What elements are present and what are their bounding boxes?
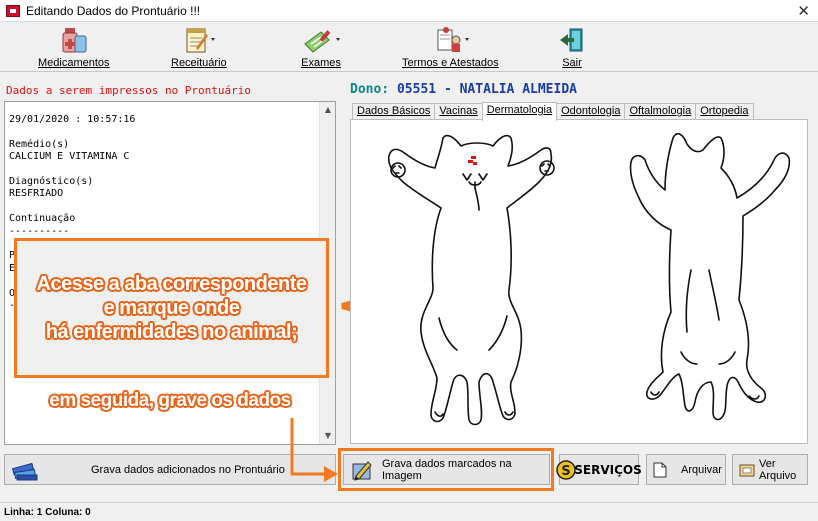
- tab-label: Ortopedia: [700, 105, 749, 117]
- document-icon: [653, 462, 667, 478]
- annotation-callout: Acesse a aba correspondente e marque ond…: [14, 238, 329, 378]
- servicos-label: SERVIÇOS: [574, 462, 642, 477]
- scroll-down-icon[interactable]: ▼: [320, 428, 336, 444]
- tab-label: Odontologia: [561, 105, 621, 117]
- sair-label: Sair: [562, 57, 582, 69]
- tab-odontologia[interactable]: Odontologia: [556, 103, 626, 120]
- termos-label: Termos e Atestados: [402, 57, 499, 69]
- terms-icon: [430, 26, 470, 54]
- owner-separator: -: [443, 82, 452, 97]
- annotation-line-3: há enfermidades no animal;: [45, 321, 298, 343]
- annotation-highlight-box: [338, 448, 554, 491]
- cat-front-outline: [387, 134, 553, 426]
- receituario-label: Receituário: [171, 57, 227, 69]
- notes-heading: Dados a serem impressos no Prontuário: [6, 84, 252, 97]
- owner-name: NATALIA ALMEIDA: [459, 82, 577, 97]
- books-icon: [11, 458, 39, 482]
- medicamentos-label: Medicamentos: [38, 57, 110, 69]
- exam-icon: [301, 26, 341, 54]
- annotation-line-1: Acesse a aba correspondente: [36, 273, 307, 295]
- tab-label: Oftalmologia: [629, 105, 692, 117]
- arquivar-button[interactable]: Arquivar: [646, 454, 726, 485]
- toolbar: Medicamentos Receituário Exames Termos e…: [0, 22, 818, 72]
- owner-info: Dono: 05551 - NATALIA ALMEIDA: [350, 82, 577, 97]
- tab-ortopedia[interactable]: Ortopedia: [695, 103, 754, 120]
- tab-oftalmologia[interactable]: Oftalmologia: [624, 103, 697, 120]
- exit-icon: [558, 26, 586, 54]
- svg-text:S: S: [562, 464, 571, 479]
- tab-label: Vacinas: [439, 105, 478, 117]
- scroll-up-icon[interactable]: ▲: [320, 102, 336, 118]
- tab-label: Dados Básicos: [357, 105, 431, 117]
- tab-dados-basicos[interactable]: Dados Básicos: [352, 103, 436, 120]
- grava-prontuario-label: Grava dados adicionados no Prontuário: [91, 463, 285, 476]
- view-file-icon: [739, 462, 755, 478]
- medicamentos-button[interactable]: Medicamentos: [38, 26, 110, 69]
- arquivar-label: Arquivar: [681, 463, 722, 476]
- prescription-icon: [182, 26, 216, 54]
- annotation-line-4: em seguida, grave os dados: [49, 390, 291, 411]
- owner-code: 05551: [396, 82, 437, 97]
- title-bar: Editando Dados do Prontuário !!! ✕: [0, 0, 818, 22]
- window-title: Editando Dados do Prontuário !!!: [26, 3, 201, 18]
- app-icon: [6, 4, 20, 17]
- animal-body-diagram[interactable]: [351, 120, 807, 443]
- servicos-logo-icon: S: [556, 459, 577, 480]
- status-bar: Linha: 1 Coluna: 0: [0, 502, 818, 521]
- sair-button[interactable]: Sair: [558, 26, 586, 69]
- servicos-button[interactable]: S SERVIÇOS: [556, 454, 642, 485]
- tab-dermatologia[interactable]: Dermatologia: [481, 102, 558, 121]
- grava-prontuario-button[interactable]: Grava dados adicionados no Prontuário: [4, 454, 336, 485]
- tab-label: Dermatologia: [486, 104, 553, 116]
- exames-label: Exames: [301, 57, 341, 69]
- annotation-line-2: e marque onde: [103, 297, 240, 319]
- exames-button[interactable]: Exames: [301, 26, 341, 69]
- ver-arquivo-label: Ver Arquivo: [759, 457, 797, 482]
- tab-vacinas[interactable]: Vacinas: [434, 103, 483, 120]
- close-icon[interactable]: ✕: [797, 2, 810, 20]
- lesion-markers[interactable]: [468, 156, 477, 165]
- termos-button[interactable]: Termos e Atestados: [402, 26, 499, 69]
- owner-label: Dono:: [350, 82, 390, 97]
- tab-strip: Dados Básicos Vacinas Dermatologia Odont…: [352, 102, 754, 121]
- ver-arquivo-button[interactable]: Ver Arquivo: [732, 454, 808, 485]
- medicine-icon: [59, 26, 89, 54]
- dermatology-panel: [350, 119, 808, 444]
- receituario-button[interactable]: Receituário: [171, 26, 227, 69]
